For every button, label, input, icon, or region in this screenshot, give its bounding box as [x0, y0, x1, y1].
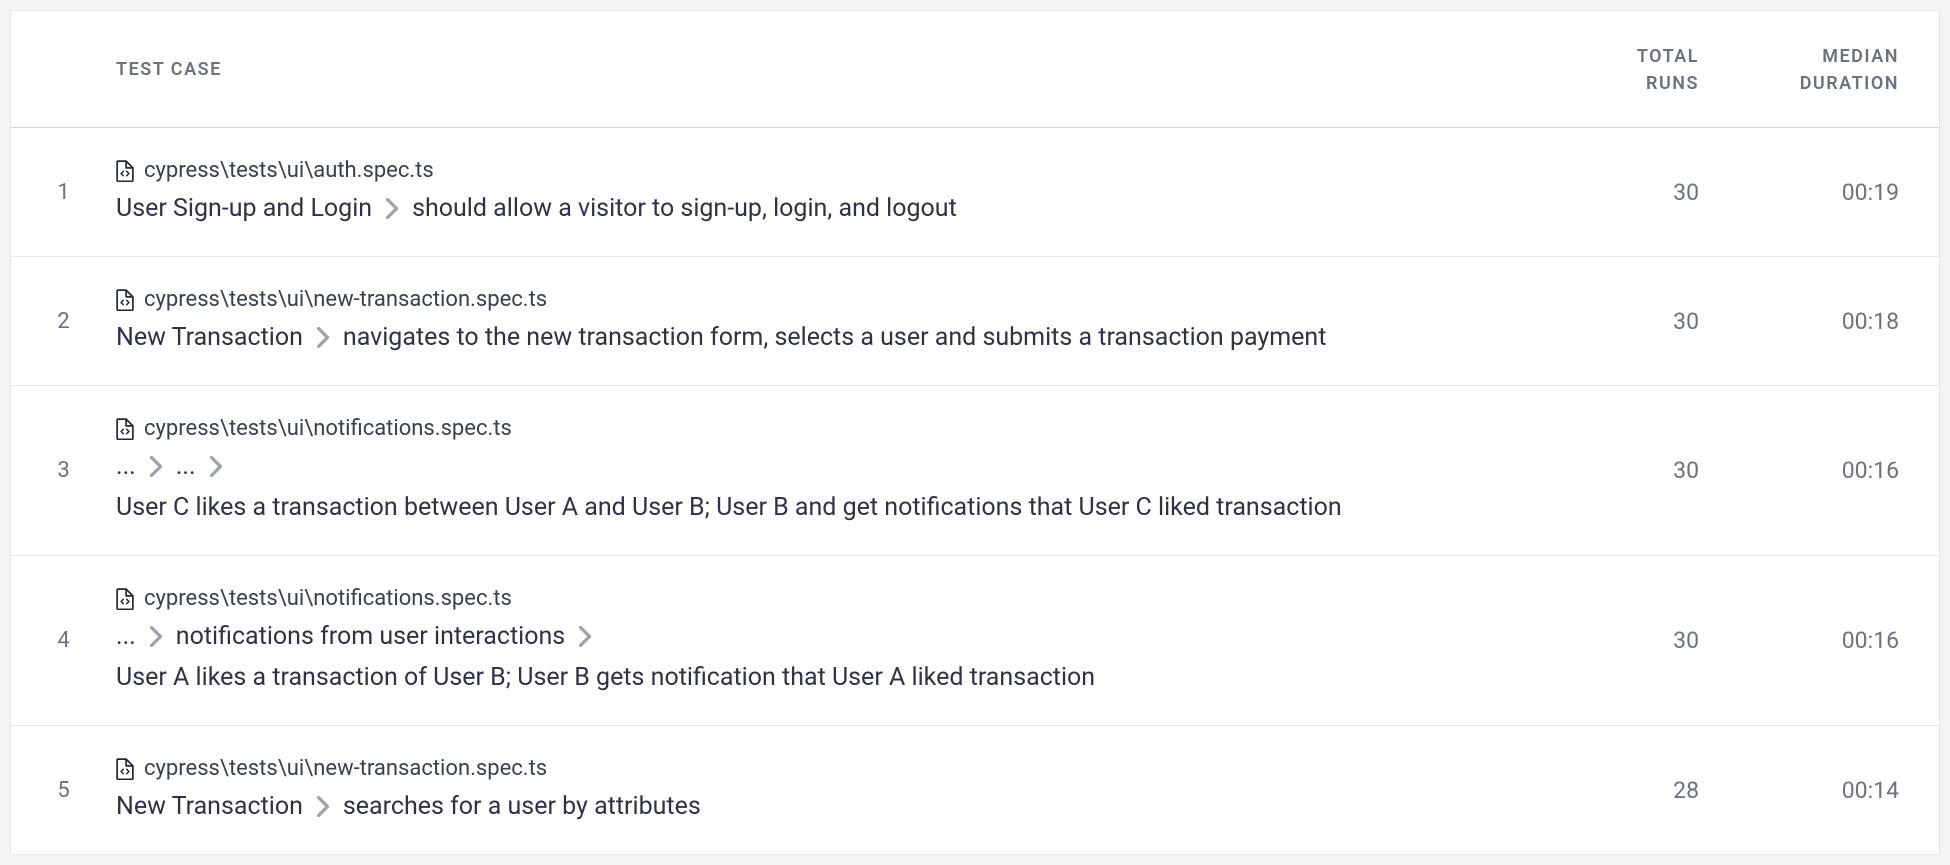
- breadcrumb-segment: navigates to the new transaction form, s…: [343, 320, 1327, 355]
- file-line: cypress\tests\ui\new-transaction.spec.ts: [116, 287, 1559, 312]
- row-testcase: cypress\tests\ui\new-transaction.spec.ts…: [116, 287, 1559, 355]
- file-path: cypress\tests\ui\notifications.spec.ts: [144, 586, 512, 611]
- breadcrumb-segment: ...: [176, 449, 196, 484]
- table-row[interactable]: 1 cypress\tests\ui\auth.spec.ts User Sign…: [11, 128, 1939, 257]
- row-index: 4: [11, 628, 116, 653]
- chevron-right-icon: [150, 628, 162, 646]
- row-testcase: cypress\tests\ui\notifications.spec.ts..…: [116, 586, 1559, 695]
- file-path: cypress\tests\ui\new-transaction.spec.ts: [144, 756, 547, 781]
- file-line: cypress\tests\ui\notifications.spec.ts: [116, 586, 1559, 611]
- table-row[interactable]: 4 cypress\tests\ui\notifications.spec.ts…: [11, 556, 1939, 726]
- chevron-right-icon: [317, 798, 329, 816]
- breadcrumb-segment: New Transaction: [116, 789, 303, 824]
- row-testcase: cypress\tests\ui\auth.spec.ts User Sign-u…: [116, 158, 1559, 226]
- breadcrumb-segment: ...: [116, 619, 136, 654]
- row-index: 5: [11, 778, 116, 803]
- table-row[interactable]: 5 cypress\tests\ui\new-transaction.spec.…: [11, 726, 1939, 854]
- breadcrumb: New Transaction navigates to the new tra…: [116, 320, 1559, 355]
- breadcrumb-segment: New Transaction: [116, 320, 303, 355]
- breadcrumb-segment: ...: [116, 449, 136, 484]
- row-median-duration: 00:16: [1699, 457, 1899, 484]
- breadcrumb-segment: should allow a visitor to sign-up, login…: [412, 191, 957, 226]
- breadcrumb: User Sign-up and Login should allow a vi…: [116, 191, 1559, 226]
- row-total-runs: 30: [1559, 308, 1699, 335]
- file-line: cypress\tests\ui\new-transaction.spec.ts: [116, 756, 1559, 781]
- row-total-runs: 28: [1559, 777, 1699, 804]
- row-median-duration: 00:18: [1699, 308, 1899, 335]
- chevron-right-icon: [210, 458, 222, 476]
- header-total-runs-line1: TOTAL: [1559, 43, 1699, 70]
- test-title: User C likes a transaction between User …: [116, 490, 1559, 525]
- header-testcase: TEST CASE: [116, 56, 1559, 83]
- spec-file-icon: [116, 289, 134, 311]
- row-median-duration: 00:19: [1699, 179, 1899, 206]
- row-index: 3: [11, 458, 116, 483]
- breadcrumb-segment: User Sign-up and Login: [116, 191, 372, 226]
- table-row[interactable]: 2 cypress\tests\ui\new-transaction.spec.…: [11, 257, 1939, 386]
- row-total-runs: 30: [1559, 179, 1699, 206]
- file-path: cypress\tests\ui\notifications.spec.ts: [144, 416, 512, 441]
- spec-file-icon: [116, 418, 134, 440]
- row-testcase: cypress\tests\ui\new-transaction.spec.ts…: [116, 756, 1559, 824]
- file-line: cypress\tests\ui\notifications.spec.ts: [116, 416, 1559, 441]
- header-median-duration-line2: DURATION: [1699, 70, 1899, 97]
- spec-file-icon: [116, 588, 134, 610]
- spec-file-icon: [116, 758, 134, 780]
- row-total-runs: 30: [1559, 627, 1699, 654]
- row-testcase: cypress\tests\ui\notifications.spec.ts..…: [116, 416, 1559, 525]
- breadcrumb-segment: searches for a user by attributes: [343, 789, 701, 824]
- chevron-right-icon: [317, 329, 329, 347]
- table-row[interactable]: 3 cypress\tests\ui\notifications.spec.ts…: [11, 386, 1939, 556]
- breadcrumb: ... ...: [116, 449, 1559, 484]
- breadcrumb: ... notifications from user interactions: [116, 619, 1559, 654]
- row-index: 2: [11, 309, 116, 334]
- row-median-duration: 00:16: [1699, 627, 1899, 654]
- breadcrumb-segment: notifications from user interactions: [176, 619, 565, 654]
- chevron-right-icon: [150, 458, 162, 476]
- breadcrumb: New Transaction searches for a user by a…: [116, 789, 1559, 824]
- file-path: cypress\tests\ui\auth.spec.ts: [144, 158, 434, 183]
- test-case-table: TEST CASE TOTAL RUNS MEDIAN DURATION 1 c…: [10, 10, 1940, 855]
- file-path: cypress\tests\ui\new-transaction.spec.ts: [144, 287, 547, 312]
- header-total-runs-line2: RUNS: [1559, 70, 1699, 97]
- chevron-right-icon: [386, 200, 398, 218]
- row-index: 1: [11, 180, 116, 205]
- table-header: TEST CASE TOTAL RUNS MEDIAN DURATION: [11, 11, 1939, 128]
- header-median-duration-line1: MEDIAN: [1699, 43, 1899, 70]
- row-median-duration: 00:14: [1699, 777, 1899, 804]
- test-title: User A likes a transaction of User B; Us…: [116, 660, 1559, 695]
- row-total-runs: 30: [1559, 457, 1699, 484]
- file-line: cypress\tests\ui\auth.spec.ts: [116, 158, 1559, 183]
- chevron-right-icon: [579, 628, 591, 646]
- spec-file-icon: [116, 160, 134, 182]
